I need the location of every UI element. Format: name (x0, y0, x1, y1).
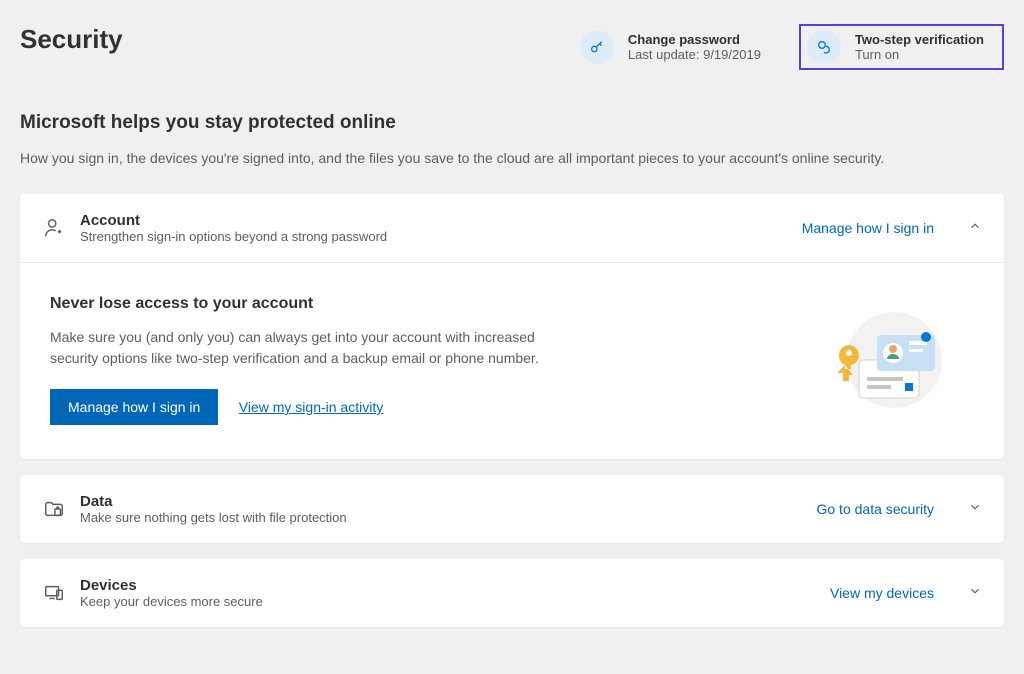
account-card-header[interactable]: Account Strengthen sign-in options beyon… (20, 194, 1004, 262)
account-desc: Strengthen sign-in options beyond a stro… (80, 229, 788, 244)
account-body-title: Never lose access to your account (50, 295, 754, 313)
intro-title: Microsoft helps you stay protected onlin… (20, 112, 1004, 134)
change-password-subtitle: Last update: 9/19/2019 (628, 47, 761, 62)
manage-signin-link[interactable]: Manage how I sign in (802, 220, 934, 236)
devices-icon (42, 581, 66, 605)
chevron-up-icon[interactable] (968, 219, 982, 238)
change-password-title: Change password (628, 32, 761, 47)
devices-card-header[interactable]: Devices Keep your devices more secure Vi… (20, 559, 1004, 627)
two-step-icon (807, 30, 841, 64)
data-card-header[interactable]: Data Make sure nothing gets lost with fi… (20, 475, 1004, 543)
data-icon (42, 497, 66, 521)
two-step-title: Two-step verification (855, 32, 984, 47)
account-title: Account (80, 212, 788, 229)
two-step-verification-action[interactable]: Two-step verification Turn on (799, 24, 1004, 70)
data-card: Data Make sure nothing gets lost with fi… (20, 475, 1004, 543)
data-desc: Make sure nothing gets lost with file pr… (80, 510, 802, 525)
change-password-action[interactable]: Change password Last update: 9/19/2019 (572, 24, 769, 70)
devices-desc: Keep your devices more secure (80, 594, 816, 609)
chevron-down-icon[interactable] (968, 584, 982, 603)
view-signin-activity-link[interactable]: View my sign-in activity (239, 399, 383, 415)
account-card: Account Strengthen sign-in options beyon… (20, 194, 1004, 459)
two-step-subtitle: Turn on (855, 47, 984, 62)
data-security-link[interactable]: Go to data security (816, 501, 934, 517)
view-devices-link[interactable]: View my devices (830, 585, 934, 601)
devices-title: Devices (80, 577, 816, 594)
intro-desc: How you sign in, the devices you're sign… (20, 150, 1004, 166)
page-title: Security (20, 24, 572, 55)
account-icon (42, 216, 66, 240)
account-body-desc: Make sure you (and only you) can always … (50, 327, 570, 369)
manage-signin-button[interactable]: Manage how I sign in (50, 389, 218, 425)
account-illustration (794, 295, 974, 425)
devices-card: Devices Keep your devices more secure Vi… (20, 559, 1004, 627)
chevron-down-icon[interactable] (968, 500, 982, 519)
key-icon (580, 30, 614, 64)
data-title: Data (80, 493, 802, 510)
